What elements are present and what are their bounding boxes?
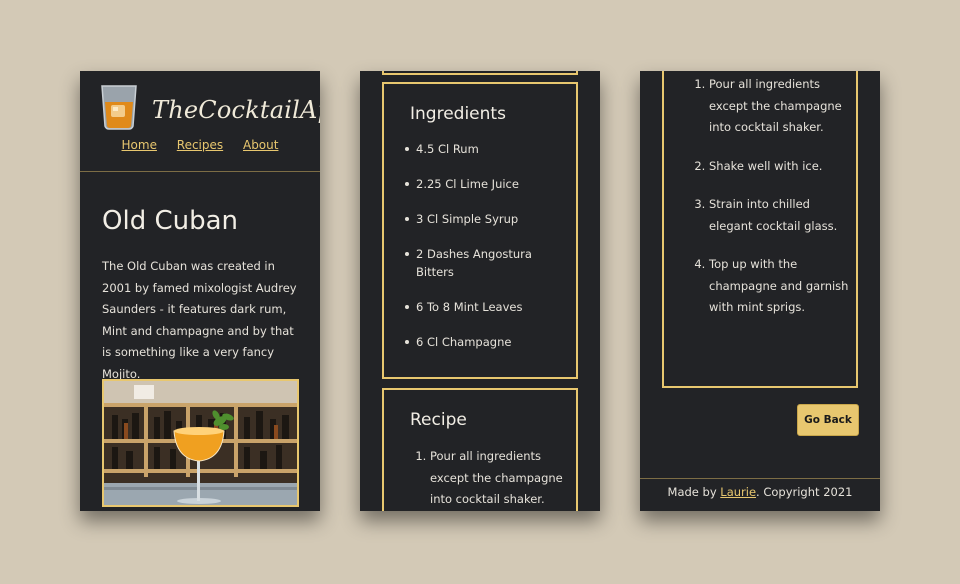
nav-link-recipes[interactable]: Recipes — [177, 138, 223, 152]
brand-name: TheCocktailApp — [152, 96, 320, 124]
recipe-step: Shake well with ice. — [709, 156, 849, 178]
recipe-step: Pour all ingredients except the champagn… — [430, 446, 570, 511]
nav-link-home[interactable]: Home — [122, 138, 157, 152]
ingredients-list: 4.5 Cl Rum 2.25 Cl Lime Juice 3 Cl Simpl… — [405, 140, 556, 368]
recipe-step: Pour all ingredients except the champagn… — [709, 74, 849, 139]
ingredients-card: Ingredients 4.5 Cl Rum 2.25 Cl Lime Juic… — [382, 82, 578, 379]
cocktail-title: Old Cuban — [102, 206, 239, 236]
nav-link-about[interactable]: About — [243, 138, 278, 152]
ingredient-item: 6 To 8 Mint Leaves — [405, 298, 556, 316]
recipe-step: Top up with the champagne and garnish wi… — [709, 254, 849, 319]
ingredient-item: 6 Cl Champagne — [405, 333, 556, 351]
ingredients-heading: Ingredients — [410, 104, 506, 124]
ingredient-item: 2 Dashes Angostura Bitters — [405, 245, 556, 281]
recipe-heading: Recipe — [410, 410, 467, 430]
cocktail-photo — [102, 379, 299, 507]
phone-screen-home: TheCocktailApp Home Recipes About Old Cu… — [80, 71, 320, 511]
cocktail-description: The Old Cuban was created in 2001 by fam… — [102, 259, 297, 381]
recipe-steps: Pour all ingredients except the champagn… — [412, 446, 570, 511]
recipe-card: Recipe Pour all ingredients except the c… — [382, 388, 578, 511]
whiskey-glass-icon — [101, 85, 137, 130]
ingredient-item: 2.25 Cl Lime Juice — [405, 175, 556, 193]
main-nav: Home Recipes About — [80, 138, 320, 152]
recipe-steps: Pour all ingredients except the champagn… — [691, 74, 849, 336]
go-back-button[interactable]: Go Back — [797, 404, 859, 436]
app-header: TheCocktailApp Home Recipes About — [80, 71, 320, 172]
phone-screen-recipe: Recipe Pour all ingredients except the c… — [640, 71, 880, 511]
recipe-card: Recipe Pour all ingredients except the c… — [662, 71, 858, 388]
footer-author-link[interactable]: Laurie — [720, 485, 756, 499]
page-footer: Made by Laurie. Copyright 2021 — [640, 478, 880, 511]
recipe-step: Strain into chilled elegant cocktail gla… — [709, 194, 849, 237]
previous-card-edge — [382, 71, 578, 75]
ingredient-item: 4.5 Cl Rum — [405, 140, 556, 158]
footer-prefix: Made by — [667, 485, 721, 499]
phone-screen-ingredients: Ingredients 4.5 Cl Rum 2.25 Cl Lime Juic… — [360, 71, 600, 511]
footer-copyright: . Copyright 2021 — [756, 485, 853, 499]
cocktail-photo-image — [104, 381, 297, 505]
ingredient-item: 3 Cl Simple Syrup — [405, 210, 556, 228]
